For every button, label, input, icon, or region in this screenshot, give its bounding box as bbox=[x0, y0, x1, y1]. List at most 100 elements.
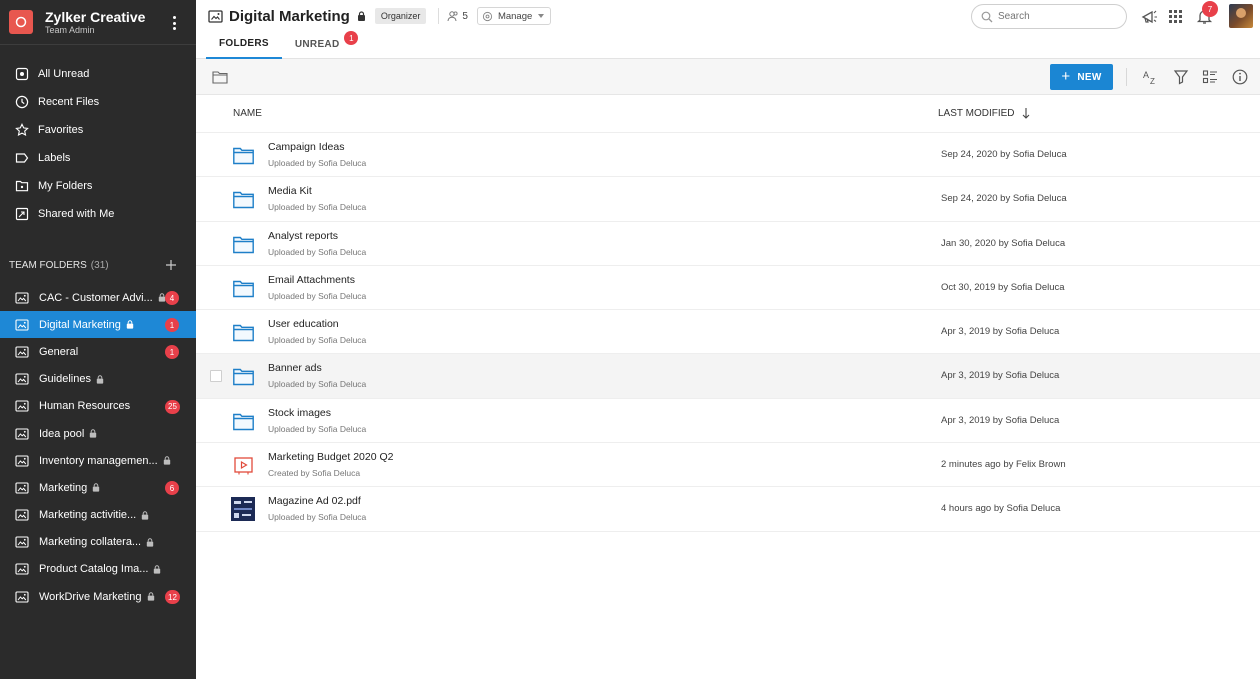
toolbar-divider bbox=[1126, 68, 1127, 86]
add-team-folder-icon[interactable] bbox=[164, 258, 178, 272]
team-folder-label: WorkDrive Marketing bbox=[39, 590, 142, 603]
new-button-label: NEW bbox=[1077, 71, 1102, 83]
label-icon bbox=[15, 153, 29, 163]
manage-dropdown[interactable]: Manage bbox=[476, 7, 552, 25]
tab-badge: 1 bbox=[344, 31, 359, 45]
team-folder-label: Marketing activitie... bbox=[39, 509, 137, 522]
sort-az-icon[interactable]: AZ bbox=[1142, 69, 1158, 85]
file-name[interactable]: Magazine Ad 02.pdf bbox=[268, 495, 361, 507]
file-row[interactable]: Magazine Ad 02.pdf Uploaded by Sofia Delu… bbox=[196, 487, 1260, 532]
file-modified: Apr 3, 2019 by Sofia Deluca bbox=[941, 326, 1060, 338]
team-folders-count: (31) bbox=[90, 259, 109, 271]
new-button[interactable]: + NEW bbox=[1050, 64, 1113, 90]
avatar[interactable] bbox=[1229, 4, 1253, 28]
lock-icon bbox=[163, 456, 170, 465]
file-row[interactable]: Banner ads Uploaded by Sofia Deluca Apr 3,… bbox=[196, 354, 1260, 399]
file-name[interactable]: Media Kit bbox=[268, 185, 312, 197]
file-modified: 4 hours ago by Sofia Deluca bbox=[941, 503, 1061, 515]
column-name[interactable]: NAME bbox=[233, 108, 262, 119]
team-folder-item[interactable]: Idea pool bbox=[0, 420, 196, 447]
row-checkbox[interactable] bbox=[210, 370, 222, 383]
file-row[interactable]: Campaign Ideas Uploaded by Sofia Deluca Se… bbox=[196, 133, 1260, 178]
tab-unread[interactable]: UNREAD 1 bbox=[282, 30, 359, 59]
team-folder-icon bbox=[15, 509, 29, 521]
column-last-modified[interactable]: LAST MODIFIED bbox=[938, 108, 1030, 119]
unread-badge: 12 bbox=[165, 590, 180, 605]
tab-bar: FOLDERS UNREAD 1 bbox=[206, 30, 359, 59]
file-name[interactable]: Banner ads bbox=[268, 362, 322, 374]
filter-icon[interactable] bbox=[1173, 69, 1189, 85]
nav-item-shared-with-me[interactable]: Shared with Me bbox=[0, 200, 196, 228]
nav-item-my-folders[interactable]: My Folders bbox=[0, 172, 196, 200]
team-folder-icon bbox=[208, 9, 223, 23]
team-folder-item[interactable]: Guidelines bbox=[0, 366, 196, 393]
file-row[interactable]: Analyst reports Uploaded by Sofia Deluca J… bbox=[196, 222, 1260, 266]
svg-text:A: A bbox=[1143, 70, 1149, 80]
team-folder-item[interactable]: CAC - Customer Advi... 4 bbox=[0, 284, 196, 311]
file-owner: Uploaded by Sofia Deluca bbox=[268, 512, 367, 523]
gear-icon bbox=[482, 11, 493, 21]
team-folder-item[interactable]: Marketing 6 bbox=[0, 474, 196, 501]
tab-folders[interactable]: FOLDERS bbox=[206, 30, 282, 59]
search-icon bbox=[981, 11, 993, 22]
file-row[interactable]: User education Uploaded by Sofia Deluca Ap… bbox=[196, 310, 1260, 355]
team-folder-item[interactable]: WorkDrive Marketing 12 bbox=[0, 583, 196, 610]
team-folder-label: Product Catalog Ima... bbox=[39, 563, 149, 576]
list-view-icon[interactable] bbox=[1202, 69, 1218, 85]
team-folder-icon bbox=[15, 292, 29, 304]
team-folder-item[interactable]: Product Catalog Ima... bbox=[0, 556, 196, 583]
nav-item-all-unread[interactable]: All Unread bbox=[0, 60, 196, 88]
team-folder-label: Digital Marketing bbox=[39, 318, 121, 331]
unread-icon bbox=[15, 67, 29, 81]
folder-icon bbox=[233, 413, 254, 430]
notification-badge: 7 bbox=[1202, 1, 1218, 17]
column-last-modified-label: LAST MODIFIED bbox=[938, 108, 1015, 119]
team-folder-item[interactable]: Inventory managemen... bbox=[0, 447, 196, 474]
folder-icon bbox=[233, 236, 254, 253]
file-row[interactable]: Stock images Uploaded by Sofia Deluca Apr … bbox=[196, 399, 1260, 444]
team-folder-item[interactable]: General 1 bbox=[0, 338, 196, 365]
team-folder-item[interactable]: Digital Marketing 1 bbox=[0, 311, 196, 339]
team-folder-icon bbox=[15, 482, 29, 494]
nav-item-labels[interactable]: Labels bbox=[0, 144, 196, 172]
nav-item-recent-files[interactable]: Recent Files bbox=[0, 88, 196, 116]
file-list-header: NAME LAST MODIFIED bbox=[196, 95, 1260, 133]
file-name[interactable]: Marketing Budget 2020 Q2 bbox=[268, 451, 394, 463]
folder-icon bbox=[233, 147, 254, 165]
search-input[interactable] bbox=[998, 11, 1118, 22]
info-icon[interactable] bbox=[1232, 69, 1248, 85]
file-name[interactable]: Campaign Ideas bbox=[268, 141, 344, 153]
file-list: Campaign Ideas Uploaded by Sofia Deluca Se… bbox=[196, 133, 1260, 532]
plus-icon: + bbox=[1061, 68, 1071, 85]
lock-icon bbox=[126, 320, 134, 329]
nav-item-favorites[interactable]: Favorites bbox=[0, 116, 196, 144]
announcement-icon[interactable] bbox=[1141, 8, 1158, 25]
team-folder-item[interactable]: Marketing activitie... bbox=[0, 502, 196, 529]
file-name[interactable]: Analyst reports bbox=[268, 230, 338, 242]
team-folder-list: CAC - Customer Advi... 4 Digital Marketing… bbox=[0, 284, 196, 610]
team-folder-icon bbox=[15, 400, 29, 412]
apps-grid-icon[interactable] bbox=[1167, 8, 1184, 25]
file-name[interactable]: Stock images bbox=[268, 407, 331, 419]
file-row[interactable]: Marketing Budget 2020 Q2 Created by Sofia… bbox=[196, 443, 1260, 488]
file-row[interactable]: Media Kit Uploaded by Sofia Deluca Sep 24,… bbox=[196, 177, 1260, 222]
file-name[interactable]: User education bbox=[268, 318, 339, 330]
file-row[interactable]: Email Attachments Uploaded by Sofia Deluc… bbox=[196, 266, 1260, 311]
team-folder-label: Idea pool bbox=[39, 427, 85, 440]
star-icon bbox=[15, 123, 29, 137]
folder-outline-icon[interactable] bbox=[212, 70, 228, 84]
search-box[interactable] bbox=[971, 4, 1127, 29]
file-name[interactable]: Email Attachments bbox=[268, 274, 355, 286]
lock-icon bbox=[357, 11, 365, 21]
members-count[interactable]: 5 bbox=[438, 8, 468, 24]
team-folder-item[interactable]: Human Resources 25 bbox=[0, 393, 196, 420]
nav-item-label: Recent Files bbox=[38, 96, 100, 108]
brand-header[interactable]: Zylker Creative Team Admin bbox=[0, 0, 196, 45]
file-owner: Uploaded by Sofia Deluca bbox=[268, 158, 367, 168]
role-badge: Organizer bbox=[374, 8, 427, 24]
team-folder-icon bbox=[15, 455, 29, 467]
team-name: Zylker Creative bbox=[45, 8, 146, 25]
folder-icon bbox=[233, 324, 254, 342]
team-folder-item[interactable]: Marketing collatera... bbox=[0, 529, 196, 556]
more-menu-icon[interactable] bbox=[168, 14, 180, 32]
